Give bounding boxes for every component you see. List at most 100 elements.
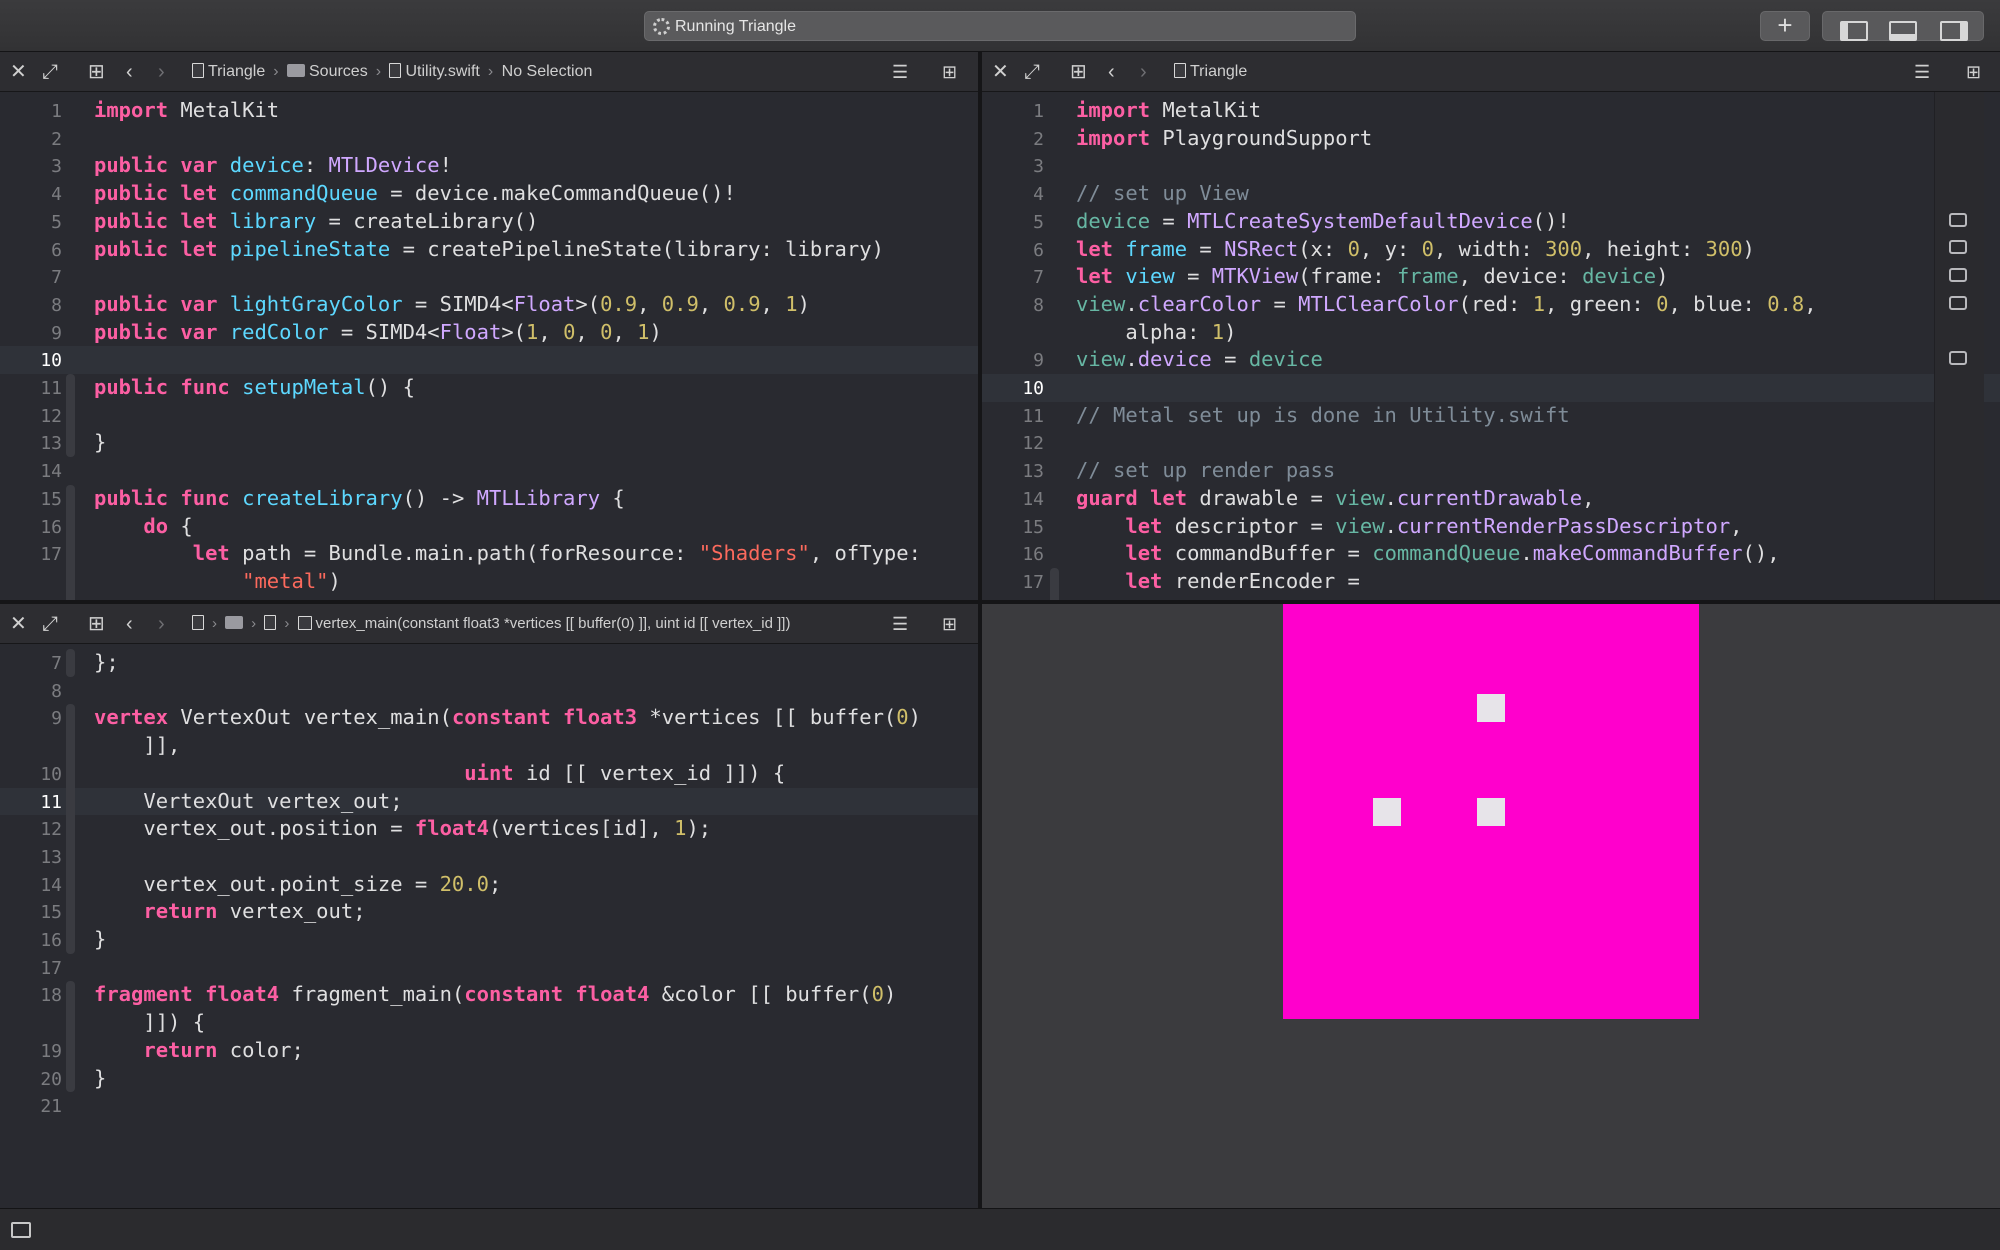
code-line[interactable]: let path = Bundle.main.path(forResource:… [94, 540, 921, 568]
quick-look-icon[interactable] [1949, 296, 1967, 310]
code-line[interactable]: ]], [94, 732, 180, 760]
close-editor-icon[interactable]: ✕ [10, 614, 27, 634]
breadcrumb-item[interactable]: Triangle [1190, 63, 1247, 80]
code-line[interactable]: }; [94, 649, 119, 677]
code-line[interactable]: view.device = device [1076, 346, 1323, 374]
code-line[interactable]: let descriptor = view.currentRenderPassD… [1076, 513, 1742, 541]
expand-editor-icon[interactable]: ⤢ [42, 614, 58, 634]
back-chevron-icon[interactable]: ‹ [126, 62, 133, 82]
inspector-toggle-icon[interactable] [1940, 21, 1968, 41]
line-number: 5 [51, 211, 62, 233]
code-folding-ribbon[interactable] [66, 484, 75, 600]
line-number: 14 [40, 874, 62, 896]
forward-chevron-icon[interactable]: › [158, 62, 165, 82]
code-line[interactable]: "metal") [94, 568, 341, 596]
breadcrumb[interactable]: Triangle [1174, 63, 1251, 81]
related-items-grid-icon[interactable]: ⊞ [1070, 62, 1087, 82]
code-line[interactable]: public let library = createLibrary() [94, 208, 538, 236]
code-line[interactable]: public var lightGrayColor = SIMD4<Float>… [94, 291, 810, 319]
editor-shaders-metal[interactable]: ✕ ⤢ ⊞ ‹ › › › › vertex_main(constant flo… [0, 604, 978, 1208]
code-line[interactable]: public var redColor = SIMD4<Float>(1, 0,… [94, 319, 662, 347]
split-divider-horizontal[interactable] [0, 600, 2000, 604]
code-line[interactable]: ]]) { [94, 1009, 205, 1037]
close-editor-icon[interactable]: ✕ [992, 62, 1009, 82]
code-line[interactable]: vertex_out.point_size = 20.0; [94, 871, 501, 899]
code-folding-ribbon[interactable] [66, 704, 75, 954]
code-line[interactable]: public let pipelineState = createPipelin… [94, 236, 884, 264]
add-editor-icon[interactable]: ⊞ [942, 62, 957, 82]
code-line[interactable]: fragment float4 fragment_main(constant f… [94, 981, 896, 1009]
editor-playground-page[interactable]: ✕ ⤢ ⊞ ‹ › Triangle ☰ ⊞ 1 import MetalKit 2… [982, 52, 2000, 600]
code-line[interactable]: device = MTLCreateSystemDefaultDevice()! [1076, 208, 1570, 236]
breadcrumb[interactable]: › › › vertex_main(constant float3 *verti… [192, 615, 794, 632]
line-number: 10 [1022, 378, 1044, 399]
related-items-grid-icon[interactable]: ⊞ [88, 62, 105, 82]
code-line[interactable]: vertex VertexOut vertex_main(constant fl… [94, 704, 921, 732]
line-number: 15 [40, 488, 62, 510]
line-number: 8 [1033, 294, 1044, 316]
code-line[interactable]: import PlaygroundSupport [1076, 125, 1372, 153]
code-line[interactable]: alpha: 1) [1076, 319, 1236, 347]
show-debug-area-icon[interactable] [11, 1222, 31, 1238]
breadcrumb[interactable]: Triangle › Sources › Utility.swift › No Sel… [192, 63, 596, 81]
quick-look-icon[interactable] [1949, 213, 1967, 227]
add-editor-icon[interactable]: ⊞ [942, 614, 957, 634]
code-line[interactable]: let commandBuffer = commandQueue.makeCom… [1076, 540, 1779, 568]
code-line[interactable]: public var device: MTLDevice! [94, 152, 452, 180]
forward-chevron-icon[interactable]: › [158, 614, 165, 634]
breadcrumb-item[interactable]: Sources [309, 63, 368, 80]
code-line[interactable]: let view = MTKView(frame: frame, device:… [1076, 263, 1668, 291]
code-folding-ribbon[interactable] [66, 374, 75, 458]
code-line[interactable]: public func createLibrary() -> MTLLibrar… [94, 485, 625, 513]
quick-look-icon[interactable] [1949, 240, 1967, 254]
add-button[interactable]: + [1760, 11, 1810, 41]
code-line[interactable]: import MetalKit [1076, 97, 1261, 125]
code-line[interactable]: do { [94, 513, 192, 541]
back-chevron-icon[interactable]: ‹ [1108, 62, 1115, 82]
code-line[interactable]: uint id [[ vertex_id ]]) { [94, 760, 785, 788]
code-line[interactable]: } [94, 926, 106, 954]
editor-options-icon[interactable]: ☰ [1914, 62, 1930, 82]
expand-editor-icon[interactable]: ⤢ [1024, 62, 1040, 82]
code-line[interactable]: } [94, 1065, 106, 1093]
related-items-grid-icon[interactable]: ⊞ [88, 614, 105, 634]
code-line[interactable]: VertexOut vertex_out; [94, 788, 402, 816]
code-line[interactable]: return vertex_out; [94, 898, 365, 926]
close-editor-icon[interactable]: ✕ [10, 62, 27, 82]
code-folding-ribbon[interactable] [66, 981, 75, 1093]
code-line[interactable]: let renderEncoder = [1076, 568, 1360, 596]
code-line[interactable]: import MetalKit [94, 97, 279, 125]
code-line[interactable]: let frame = NSRect(x: 0, y: 0, width: 30… [1076, 236, 1755, 264]
code-line[interactable]: public let commandQueue = device.makeCom… [94, 180, 736, 208]
code-line[interactable]: } [94, 429, 106, 457]
code-line[interactable]: return color; [94, 1037, 303, 1065]
code-line[interactable]: vertex_out.position = float4(vertices[id… [94, 815, 711, 843]
navigator-toggle-icon[interactable] [1840, 21, 1868, 41]
editor-options-icon[interactable]: ☰ [892, 62, 908, 82]
breadcrumb-item[interactable]: Utility.swift [405, 63, 479, 80]
back-chevron-icon[interactable]: ‹ [126, 614, 133, 634]
quick-look-icon[interactable] [1949, 268, 1967, 282]
code-folding-ribbon[interactable] [66, 649, 75, 677]
editor-options-icon[interactable]: ☰ [892, 614, 908, 634]
breadcrumb-item[interactable]: No Selection [502, 63, 593, 80]
breadcrumb-item[interactable]: Triangle [208, 63, 265, 80]
jump-bar: ✕ ⤢ ⊞ ‹ › Triangle ☰ ⊞ [982, 52, 2000, 92]
editor-utility-swift[interactable]: ✕ ⤢ ⊞ ‹ › Triangle › Sources › Utility.swi… [0, 52, 978, 600]
code-line[interactable]: guard let drawable = view.currentDrawabl… [1076, 485, 1594, 513]
debug-area-toggle-icon[interactable] [1889, 21, 1917, 41]
line-number: 14 [1022, 488, 1044, 510]
expand-editor-icon[interactable]: ⤢ [42, 62, 58, 82]
split-divider-vertical[interactable] [978, 52, 982, 1208]
code-folding-ribbon[interactable] [1050, 567, 1059, 600]
line-number: 10 [40, 763, 62, 785]
code-line[interactable]: public func setupMetal() { [94, 374, 415, 402]
breadcrumb-item[interactable]: vertex_main(constant float3 *vertices [[… [316, 615, 791, 632]
quick-look-icon[interactable] [1949, 351, 1967, 365]
code-line[interactable]: // set up render pass [1076, 457, 1335, 485]
add-editor-icon[interactable]: ⊞ [1966, 62, 1981, 82]
code-line[interactable]: // Metal set up is done in Utility.swift [1076, 402, 1570, 430]
forward-chevron-icon[interactable]: › [1140, 62, 1147, 82]
code-line[interactable]: view.clearColor = MTLClearColor(red: 1, … [1076, 291, 1817, 319]
code-line[interactable]: // set up View [1076, 180, 1249, 208]
